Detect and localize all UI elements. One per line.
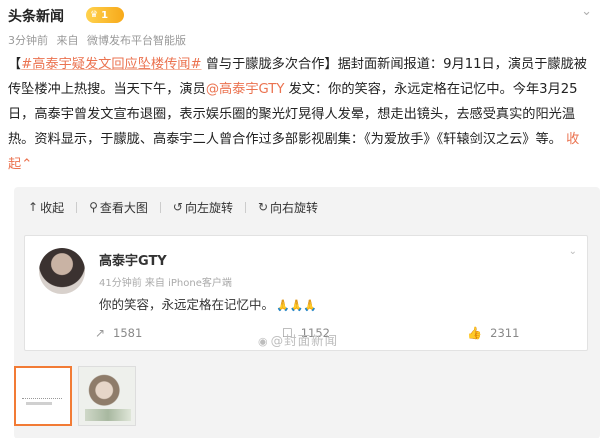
post-content: 【#高泰宇疑发文回应坠楼传闻# 曾与于朦胧多次合作】据封面新闻报道：9月11日，… — [8, 52, 592, 177]
share-icon: ↗ — [94, 326, 106, 340]
view-large-button[interactable]: ⚲ 查看大图 — [89, 199, 148, 216]
magnifier-icon: ⚲ — [89, 200, 98, 214]
pray-emoji: 🙏🙏🙏 — [276, 299, 318, 312]
chevron-up-icon: ⌃ — [21, 157, 33, 172]
rotate-left-icon: ↺ — [172, 200, 183, 214]
hashtag-link[interactable]: #高泰宇疑发文回应坠楼传闻# — [21, 57, 201, 72]
thumbnail-1-selected[interactable] — [14, 366, 72, 426]
quoted-author-name: 高泰宇GTY — [99, 254, 167, 269]
chevron-down-icon: ⌄ — [568, 246, 577, 257]
post-header: 头条新闻 ♛ 1 ⌄ 3分钟前 来自 微博发布平台智能版 — [0, 0, 600, 50]
mention-link[interactable]: @高泰宇GTY — [206, 82, 285, 97]
mini-preview — [22, 398, 62, 412]
quoted-time: 41分钟前 — [99, 278, 142, 289]
repost-count: ↗ 1581 — [94, 326, 143, 340]
thumbnail-2[interactable] — [78, 366, 136, 426]
divider — [159, 201, 161, 213]
weibo-logo-icon: ◉ — [258, 335, 269, 348]
collapse-button[interactable]: ↑ 收起 — [28, 199, 64, 216]
source-prefix: 来自 — [56, 34, 79, 47]
viewer-toolbar: ↑ 收起 ⚲ 查看大图 ↺ 向左旋转 ↻ 向右旋转 — [14, 187, 600, 227]
author-name[interactable]: 头条新闻 — [8, 6, 64, 26]
arrow-up-icon: ↑ — [28, 200, 39, 214]
thumbs-up-icon: 👍 — [467, 326, 483, 340]
vip-badge[interactable]: ♛ 1 — [86, 7, 124, 23]
post-source: 微博发布平台智能版 — [87, 34, 186, 47]
vip-level: 1 — [101, 9, 109, 21]
quoted-text: 你的笑容，永远定格在记忆中。 🙏🙏🙏 — [99, 297, 318, 312]
image-watermark: ◉ @封面新闻 — [258, 333, 339, 348]
quoted-source: 来自 iPhone客户端 — [144, 278, 232, 289]
chevron-down-icon[interactable]: ⌄ — [581, 4, 592, 19]
thumbnail-strip — [14, 366, 142, 426]
rotate-right-button[interactable]: ↻ 向右旋转 — [258, 199, 318, 216]
crown-icon: ♛ — [90, 10, 99, 20]
post-meta: 3分钟前 来自 微博发布平台智能版 — [8, 32, 191, 48]
bracket-open: 【 — [8, 57, 22, 72]
rotate-right-icon: ↻ — [257, 200, 269, 214]
divider — [76, 201, 78, 213]
quoted-meta: 41分钟前 来自 iPhone客户端 — [99, 274, 232, 289]
post-time[interactable]: 3分钟前 — [8, 34, 48, 47]
avatar — [39, 248, 85, 294]
rotate-left-button[interactable]: ↺ 向左旋转 — [173, 199, 233, 216]
like-count: 👍 2311 — [467, 326, 520, 340]
divider — [244, 201, 246, 213]
